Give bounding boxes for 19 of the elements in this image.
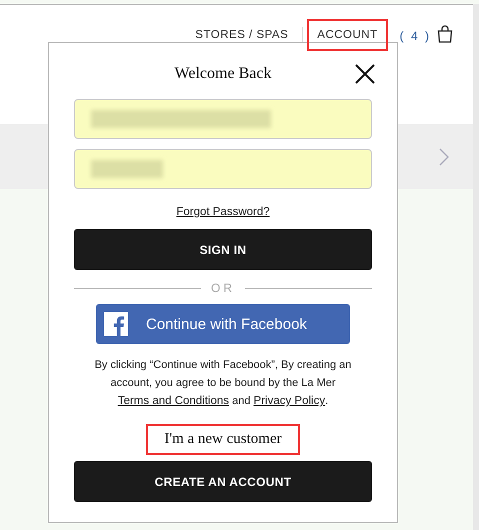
email-field[interactable]: [74, 99, 372, 139]
password-field[interactable]: [74, 149, 372, 189]
sign-in-button[interactable]: SIGN IN: [74, 229, 372, 270]
cart-count[interactable]: ( 4 ): [400, 29, 431, 43]
chevron-right-icon[interactable]: [439, 148, 449, 166]
facebook-button[interactable]: Continue with Facebook: [96, 304, 350, 344]
or-divider-text: OR: [211, 281, 235, 295]
terms-link[interactable]: Terms and Conditions: [118, 395, 230, 407]
privacy-link[interactable]: Privacy Policy: [254, 395, 326, 407]
nav-link[interactable]: STORES / SPAS: [185, 19, 298, 51]
facebook-logo-icon: [104, 312, 128, 336]
new-customer-heading: I'm a new customer: [146, 424, 300, 455]
legal-notice: By clicking “Continue with Facebook”, By creating an account, you agree to be bound by the La Mer Terms and Conditions and Privacy Policy.: [94, 358, 352, 409]
nav-link[interactable]: ACCOUNT: [307, 19, 388, 51]
close-button[interactable]: [354, 63, 376, 85]
create-account-button[interactable]: CREATE AN ACCOUNT: [74, 461, 372, 502]
modal-title: Welcome Back: [174, 65, 272, 84]
shopping-bag-icon[interactable]: [437, 25, 453, 43]
forgot-password-link[interactable]: Forgot Password?: [176, 206, 270, 218]
